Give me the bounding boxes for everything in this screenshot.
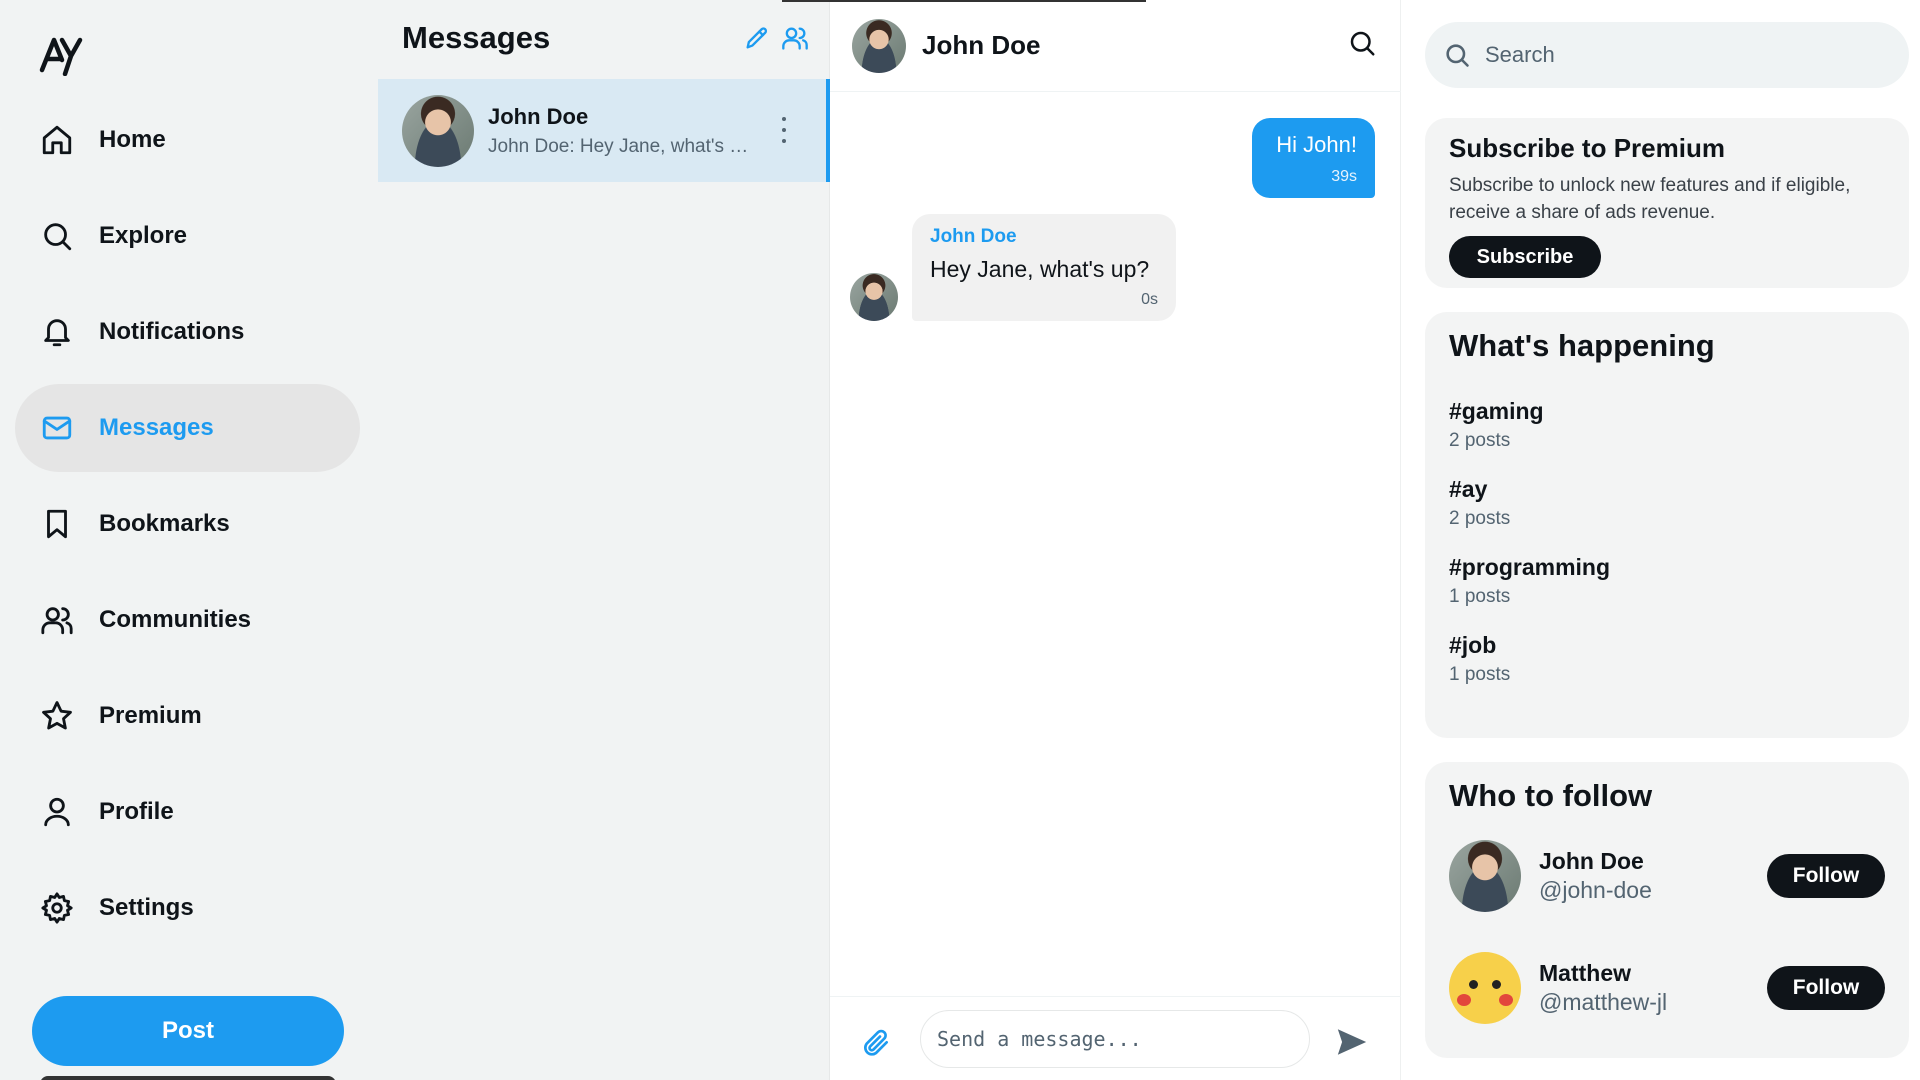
trend-count: 2 posts [1449, 508, 1511, 529]
post-button[interactable]: Post [32, 996, 344, 1066]
app-logo[interactable] [38, 32, 86, 77]
trend-tag: #programming [1449, 554, 1611, 580]
nav-label: Bookmarks [99, 510, 230, 537]
premium-description: Subscribe to unlock new features and if … [1449, 175, 1851, 223]
paperclip-icon[interactable] [860, 1027, 894, 1061]
avatar[interactable] [852, 18, 906, 73]
follow-handle: @john-doe [1539, 877, 1652, 903]
conversation-name: John Doe [488, 103, 589, 129]
trend-item[interactable]: #gaming 2 posts [1449, 398, 1885, 452]
who-to-follow-card: Who to follow John Doe @john-doe Follow … [1425, 762, 1909, 1058]
message-time: 39s [1331, 168, 1357, 185]
conversation-item[interactable]: John Doe John Doe: Hey Jane, what's up? [378, 79, 830, 182]
message-time: 0s [1141, 291, 1158, 308]
home-icon [39, 122, 75, 158]
message-text: Hi John! [1276, 132, 1357, 157]
search-icon [39, 218, 75, 254]
user-icon [39, 794, 75, 830]
nav-label: Explore [99, 222, 188, 249]
avatar [1449, 952, 1521, 1024]
incoming-message-row: John Doe Hey Jane, what's up? 0s [850, 214, 1176, 321]
message-input[interactable] [920, 1010, 1310, 1068]
incoming-message: John Doe Hey Jane, what's up? 0s [912, 214, 1176, 321]
outgoing-message: Hi John! 39s [1252, 118, 1375, 198]
trend-count: 2 posts [1449, 430, 1511, 451]
right-sidebar: Subscribe to Premium Subscribe to unlock… [1401, 0, 1920, 1080]
message-composer [830, 996, 1401, 1080]
subscribe-button[interactable]: Subscribe [1449, 236, 1601, 278]
follow-name: Matthew [1539, 960, 1631, 986]
trends-card: What's happening #gaming 2 posts #ay 2 p… [1425, 312, 1909, 738]
avatar [402, 94, 474, 167]
left-nav: Home Explore Notifications Messages Book… [0, 0, 374, 1080]
nav-label: Messages [99, 414, 214, 441]
star-icon [39, 698, 75, 734]
follow-title: Who to follow [1449, 778, 1653, 813]
nav-item-notifications[interactable]: Notifications [15, 288, 360, 376]
follow-name: John Doe [1539, 848, 1644, 874]
nav-label: Notifications [99, 318, 245, 345]
group-icon[interactable] [781, 24, 809, 57]
trend-tag: #ay [1449, 476, 1488, 502]
premium-card: Subscribe to Premium Subscribe to unlock… [1425, 118, 1909, 288]
trend-item[interactable]: #job 1 posts [1449, 632, 1885, 686]
trends-title: What's happening [1449, 328, 1715, 363]
premium-title: Subscribe to Premium [1449, 133, 1725, 163]
trend-tag: #gaming [1449, 398, 1544, 424]
search-icon[interactable] [1347, 28, 1379, 60]
account-switcher-edge[interactable] [40, 1076, 336, 1080]
follow-suggestion[interactable]: John Doe @john-doe Follow [1449, 820, 1885, 932]
send-icon[interactable] [1335, 1025, 1371, 1061]
conversation-text: John Doe John Doe: Hey Jane, what's up? [488, 104, 758, 158]
nav-label: Home [99, 126, 166, 153]
nav-label: Settings [99, 894, 194, 921]
nav-item-bookmarks[interactable]: Bookmarks [15, 480, 360, 568]
conversation-preview: John Doe: Hey Jane, what's up? [488, 135, 758, 157]
follow-suggestion[interactable]: Matthew @matthew-jl Follow [1449, 932, 1885, 1044]
follow-button[interactable]: Follow [1767, 966, 1885, 1010]
nav-item-communities[interactable]: Communities [15, 576, 360, 664]
bookmark-icon [39, 506, 75, 542]
search-icon [1446, 44, 1469, 67]
trend-item[interactable]: #ay 2 posts [1449, 476, 1885, 530]
trend-item[interactable]: #programming 1 posts [1449, 554, 1885, 608]
more-options-icon[interactable] [778, 113, 790, 147]
messages-actions [743, 24, 809, 57]
logo-icon [39, 37, 83, 77]
messages-panel: Messages John Doe John Doe: Hey Jane, wh… [374, 0, 830, 1080]
mail-icon [39, 410, 75, 446]
compose-icon[interactable] [743, 24, 771, 57]
chat-contact-name[interactable]: John Doe [922, 30, 1040, 61]
users-icon [39, 602, 75, 638]
nav-item-profile[interactable]: Profile [15, 768, 360, 856]
follow-info: Matthew @matthew-jl [1539, 960, 1667, 1016]
trend-tag: #job [1449, 632, 1497, 658]
chat-panel: John Doe Hi John! 39s John Doe Hey Jane,… [782, 0, 1401, 1080]
nav-item-messages[interactable]: Messages [15, 384, 360, 472]
nav-item-home[interactable]: Home [15, 96, 360, 184]
message-text: Hey Jane, what's up? [930, 256, 1150, 282]
follow-info: John Doe @john-doe [1539, 848, 1652, 904]
nav-item-settings[interactable]: Settings [15, 864, 360, 952]
trend-count: 1 posts [1449, 664, 1511, 685]
nav-label: Profile [99, 798, 174, 825]
chat-header: John Doe [830, 0, 1401, 92]
message-sender: John Doe [930, 226, 1017, 247]
avatar [850, 273, 898, 321]
avatar [1449, 840, 1521, 912]
follow-button[interactable]: Follow [1767, 854, 1885, 898]
follow-handle: @matthew-jl [1539, 989, 1668, 1015]
messages-title: Messages [402, 20, 551, 55]
nav-item-explore[interactable]: Explore [15, 192, 360, 280]
search-bar[interactable] [1425, 22, 1909, 88]
gear-icon [39, 890, 75, 926]
search-input[interactable] [1485, 42, 1865, 68]
bell-icon [39, 314, 75, 350]
trend-count: 1 posts [1449, 586, 1511, 607]
nav-label: Premium [99, 702, 202, 729]
nav-item-premium[interactable]: Premium [15, 672, 360, 760]
nav-label: Communities [99, 606, 252, 633]
